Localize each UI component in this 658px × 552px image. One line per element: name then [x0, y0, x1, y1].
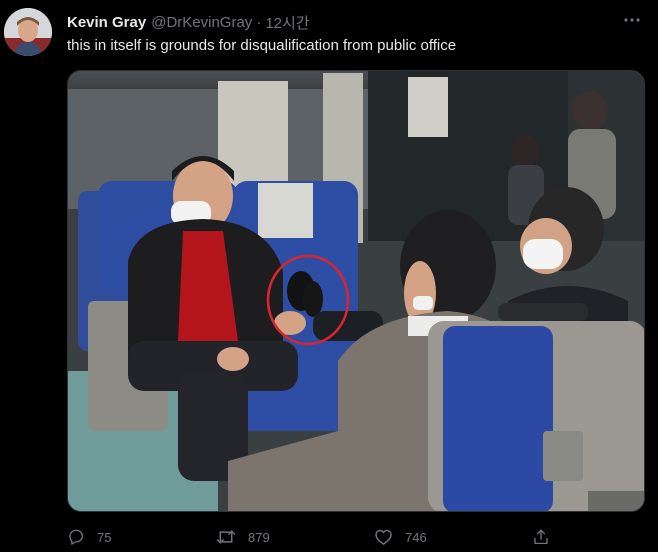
retweet-count: 879: [248, 529, 270, 545]
tweet-actions: 75 879 746: [67, 526, 637, 548]
tweet[interactable]: Kevin Gray @DrKevinGray · 12시간 this in i…: [0, 0, 658, 552]
like-count: 746: [405, 529, 427, 545]
reply-count: 75: [97, 529, 112, 545]
reply-button[interactable]: 75: [67, 526, 111, 548]
tweet-timestamp[interactable]: 12시간: [265, 12, 309, 33]
tweet-text: this in itself is grounds for disqualifi…: [67, 37, 457, 54]
separator-dot: ·: [256, 13, 262, 31]
tweet-photo[interactable]: [67, 70, 645, 512]
retweet-button[interactable]: 879: [216, 526, 270, 548]
avatar[interactable]: [4, 8, 52, 56]
tweet-header: Kevin Gray @DrKevinGray · 12시간: [67, 12, 638, 32]
heart-icon: [375, 529, 392, 545]
author-handle[interactable]: @DrKevinGray: [151, 14, 252, 31]
retweet-icon: [216, 530, 236, 544]
author-display-name[interactable]: Kevin Gray: [67, 14, 146, 31]
share-button[interactable]: [532, 526, 562, 548]
share-icon: [534, 529, 548, 545]
more-horizontal-icon: [624, 18, 640, 22]
like-button[interactable]: 746: [374, 526, 427, 548]
more-options-button[interactable]: [620, 12, 644, 28]
reply-icon: [69, 529, 84, 545]
